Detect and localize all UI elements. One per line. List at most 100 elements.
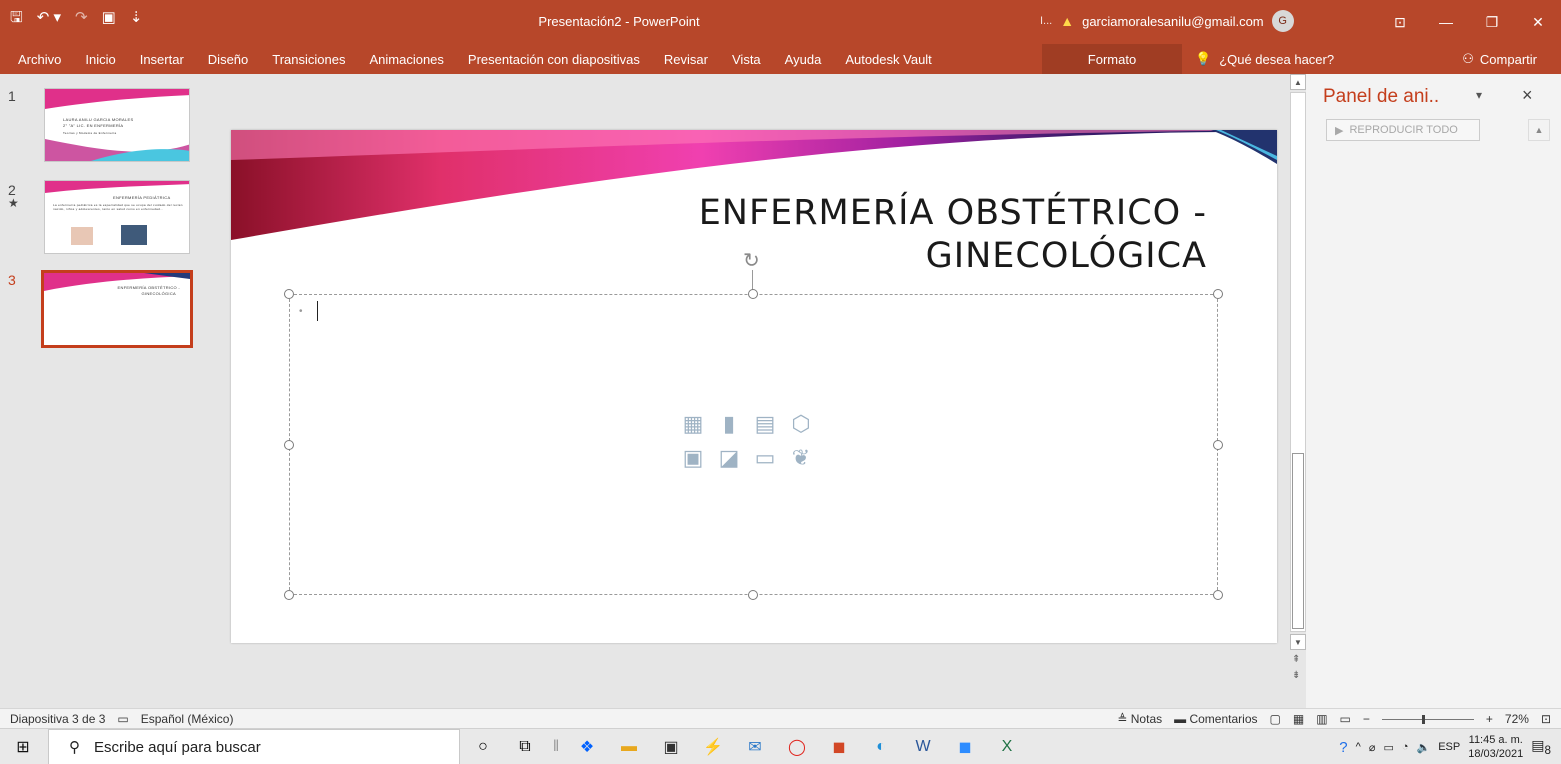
dropbox-icon[interactable]: ❖: [566, 729, 608, 764]
edge-icon[interactable]: ◐: [860, 729, 902, 764]
share-button[interactable]: ⚇ Compartir: [1462, 44, 1537, 74]
scroll-thumb[interactable]: [1292, 453, 1304, 629]
tab-diseno[interactable]: Diseño: [196, 52, 260, 67]
battery-icon[interactable]: ▭: [1383, 741, 1393, 754]
tab-formato[interactable]: Formato: [1042, 44, 1182, 74]
slide-thumbnail-2[interactable]: ENFERMERÍA PEDIÁTRICA La enfermería pedi…: [44, 180, 190, 254]
tell-me-box[interactable]: 💡 ¿Qué desea hacer?: [1195, 44, 1334, 74]
powerpoint-icon[interactable]: ◼: [818, 729, 860, 764]
scroll-track[interactable]: [1290, 92, 1306, 632]
thumb-line: ENFERMERÍA PEDIÁTRICA: [113, 195, 171, 200]
comments-button[interactable]: ▬ Comentarios: [1174, 712, 1257, 726]
zoom-level[interactable]: 72%: [1505, 712, 1529, 726]
taskbar-search[interactable]: ⚲ Escribe aquí para buscar: [48, 729, 460, 764]
help-icon[interactable]: ?: [1339, 739, 1347, 756]
slide-sorter-icon[interactable]: ▦: [1293, 712, 1304, 726]
tab-animaciones[interactable]: Animaciones: [357, 52, 455, 67]
insert-video-icon[interactable]: ▭: [747, 443, 783, 473]
slide-thumbnail-1[interactable]: LAURA ANILU GARCIA MORALES 2° "A" LIC. E…: [44, 88, 190, 162]
show-hidden-icons-icon[interactable]: ^: [1356, 741, 1361, 753]
search-icon: ⚲: [69, 739, 80, 756]
avatar[interactable]: G: [1271, 10, 1294, 32]
slide-title[interactable]: ENFERMERÍA OBSTÉTRICO - GINECOLÓGICA: [699, 192, 1207, 278]
zoom-out-icon[interactable]: −: [1363, 712, 1370, 726]
fit-slide-icon[interactable]: ⊡: [1541, 712, 1551, 726]
truncated-label: I...: [1040, 15, 1053, 27]
insert-3d-model-icon[interactable]: ⬡: [783, 409, 819, 439]
slide-title-line: GINECOLÓGICA: [925, 236, 1207, 276]
zoom-app-icon[interactable]: ◼: [944, 729, 986, 764]
insert-chart-icon[interactable]: ▮: [711, 409, 747, 439]
account-area[interactable]: I... ▲ garciamoralesanilu@gmail.com G: [1040, 10, 1294, 32]
wifi-icon[interactable]: ◔: [1402, 741, 1409, 753]
insert-icon-icon[interactable]: ❦: [783, 443, 819, 473]
tab-presentacion[interactable]: Presentación con diapositivas: [456, 52, 652, 67]
notes-button[interactable]: ≜ Notas: [1117, 712, 1162, 726]
notifications-icon[interactable]: ▤8: [1531, 737, 1551, 757]
store-icon[interactable]: ▣: [650, 729, 692, 764]
zoom-slider-thumb[interactable]: [1421, 714, 1425, 724]
thumb-line: 2° "A" LIC. EN ENFERMERÍA: [63, 123, 124, 128]
comments-label: Comentarios: [1189, 712, 1258, 726]
scroll-up-icon[interactable]: ▲: [1290, 74, 1306, 90]
close-icon[interactable]: ×: [1522, 85, 1533, 106]
close-button[interactable]: ✕: [1515, 0, 1561, 44]
tab-transiciones[interactable]: Transiciones: [260, 52, 357, 67]
play-all-button[interactable]: ▶ REPRODUCIR TODO: [1326, 119, 1480, 141]
zoom-in-icon[interactable]: +: [1486, 712, 1493, 726]
slideshow-icon[interactable]: ▭: [1340, 712, 1351, 726]
tab-autodesk-vault[interactable]: Autodesk Vault: [833, 52, 943, 67]
language-indicator[interactable]: Español (México): [141, 712, 234, 726]
tab-ayuda[interactable]: Ayuda: [773, 52, 834, 67]
ribbon-display-options-icon[interactable]: ⊡: [1377, 0, 1423, 44]
content-placeholder[interactable]: • ▦ ▮ ▤ ⬡ ▣ ◪ ▭ ❦: [289, 294, 1218, 595]
next-slide-icon[interactable]: ⇟: [1292, 670, 1300, 681]
resize-handle[interactable]: [748, 289, 758, 299]
chevron-down-icon[interactable]: ▾: [1476, 88, 1482, 102]
word-icon[interactable]: W: [902, 729, 944, 764]
input-language[interactable]: ESP: [1438, 741, 1460, 753]
resize-handle[interactable]: [748, 590, 758, 600]
play-icon: ▶: [1335, 124, 1344, 137]
insert-table-icon[interactable]: ▦: [675, 409, 711, 439]
clock[interactable]: 11:45 a. m. 18/03/2021: [1468, 733, 1523, 761]
minimize-button[interactable]: —: [1423, 0, 1469, 44]
spellcheck-icon[interactable]: ▭: [117, 712, 128, 726]
zoom-slider[interactable]: [1381, 714, 1474, 724]
play-all-label: REPRODUCIR TODO: [1349, 124, 1458, 136]
tab-inicio[interactable]: Inicio: [73, 52, 127, 67]
slide-thumbnail-3[interactable]: ENFERMERÍA OBSTÉTRICO - GINECOLÓGICA: [41, 270, 193, 348]
mail-icon[interactable]: ✉: [734, 729, 776, 764]
tab-revisar[interactable]: Revisar: [652, 52, 720, 67]
normal-view-icon[interactable]: ▢: [1270, 712, 1281, 726]
vertical-scrollbar[interactable]: ▲ ▼ ⇞ ⇟: [1290, 74, 1306, 708]
opera-icon[interactable]: ◯: [776, 729, 818, 764]
resize-handle[interactable]: [284, 289, 294, 299]
scroll-down-icon[interactable]: ▼: [1290, 634, 1306, 650]
task-view-icon[interactable]: ⧉: [504, 729, 546, 764]
slide-thumbnails-pane: 1 LAURA ANILU GARCIA MORALES 2° "A" LIC.…: [0, 74, 218, 708]
tab-vista[interactable]: Vista: [720, 52, 773, 67]
excel-icon[interactable]: X: [986, 729, 1028, 764]
resize-handle[interactable]: [1213, 289, 1223, 299]
tab-archivo[interactable]: Archivo: [0, 52, 73, 67]
pen-icon[interactable]: ⌀: [1369, 741, 1376, 754]
insert-smartart-icon[interactable]: ▤: [747, 409, 783, 439]
windows-start-icon[interactable]: ⊞: [0, 729, 46, 764]
resize-handle[interactable]: [284, 440, 294, 450]
resize-handle[interactable]: [1213, 590, 1223, 600]
lightning-app-icon[interactable]: ⚡: [692, 729, 734, 764]
reading-view-icon[interactable]: ▥: [1316, 712, 1327, 726]
file-explorer-icon[interactable]: ▬: [608, 729, 650, 764]
cortana-icon[interactable]: ○: [462, 729, 504, 764]
insert-online-picture-icon[interactable]: ◪: [711, 443, 747, 473]
slide-canvas[interactable]: ENFERMERÍA OBSTÉTRICO - GINECOLÓGICA ↻ •…: [231, 130, 1277, 643]
restore-button[interactable]: ❐: [1469, 0, 1515, 44]
tab-insertar[interactable]: Insertar: [128, 52, 196, 67]
resize-handle[interactable]: [1213, 440, 1223, 450]
move-up-icon[interactable]: ▲: [1528, 119, 1550, 141]
resize-handle[interactable]: [284, 590, 294, 600]
insert-picture-icon[interactable]: ▣: [675, 443, 711, 473]
volume-icon[interactable]: 🔈: [1417, 741, 1431, 754]
previous-slide-icon[interactable]: ⇞: [1292, 654, 1300, 665]
